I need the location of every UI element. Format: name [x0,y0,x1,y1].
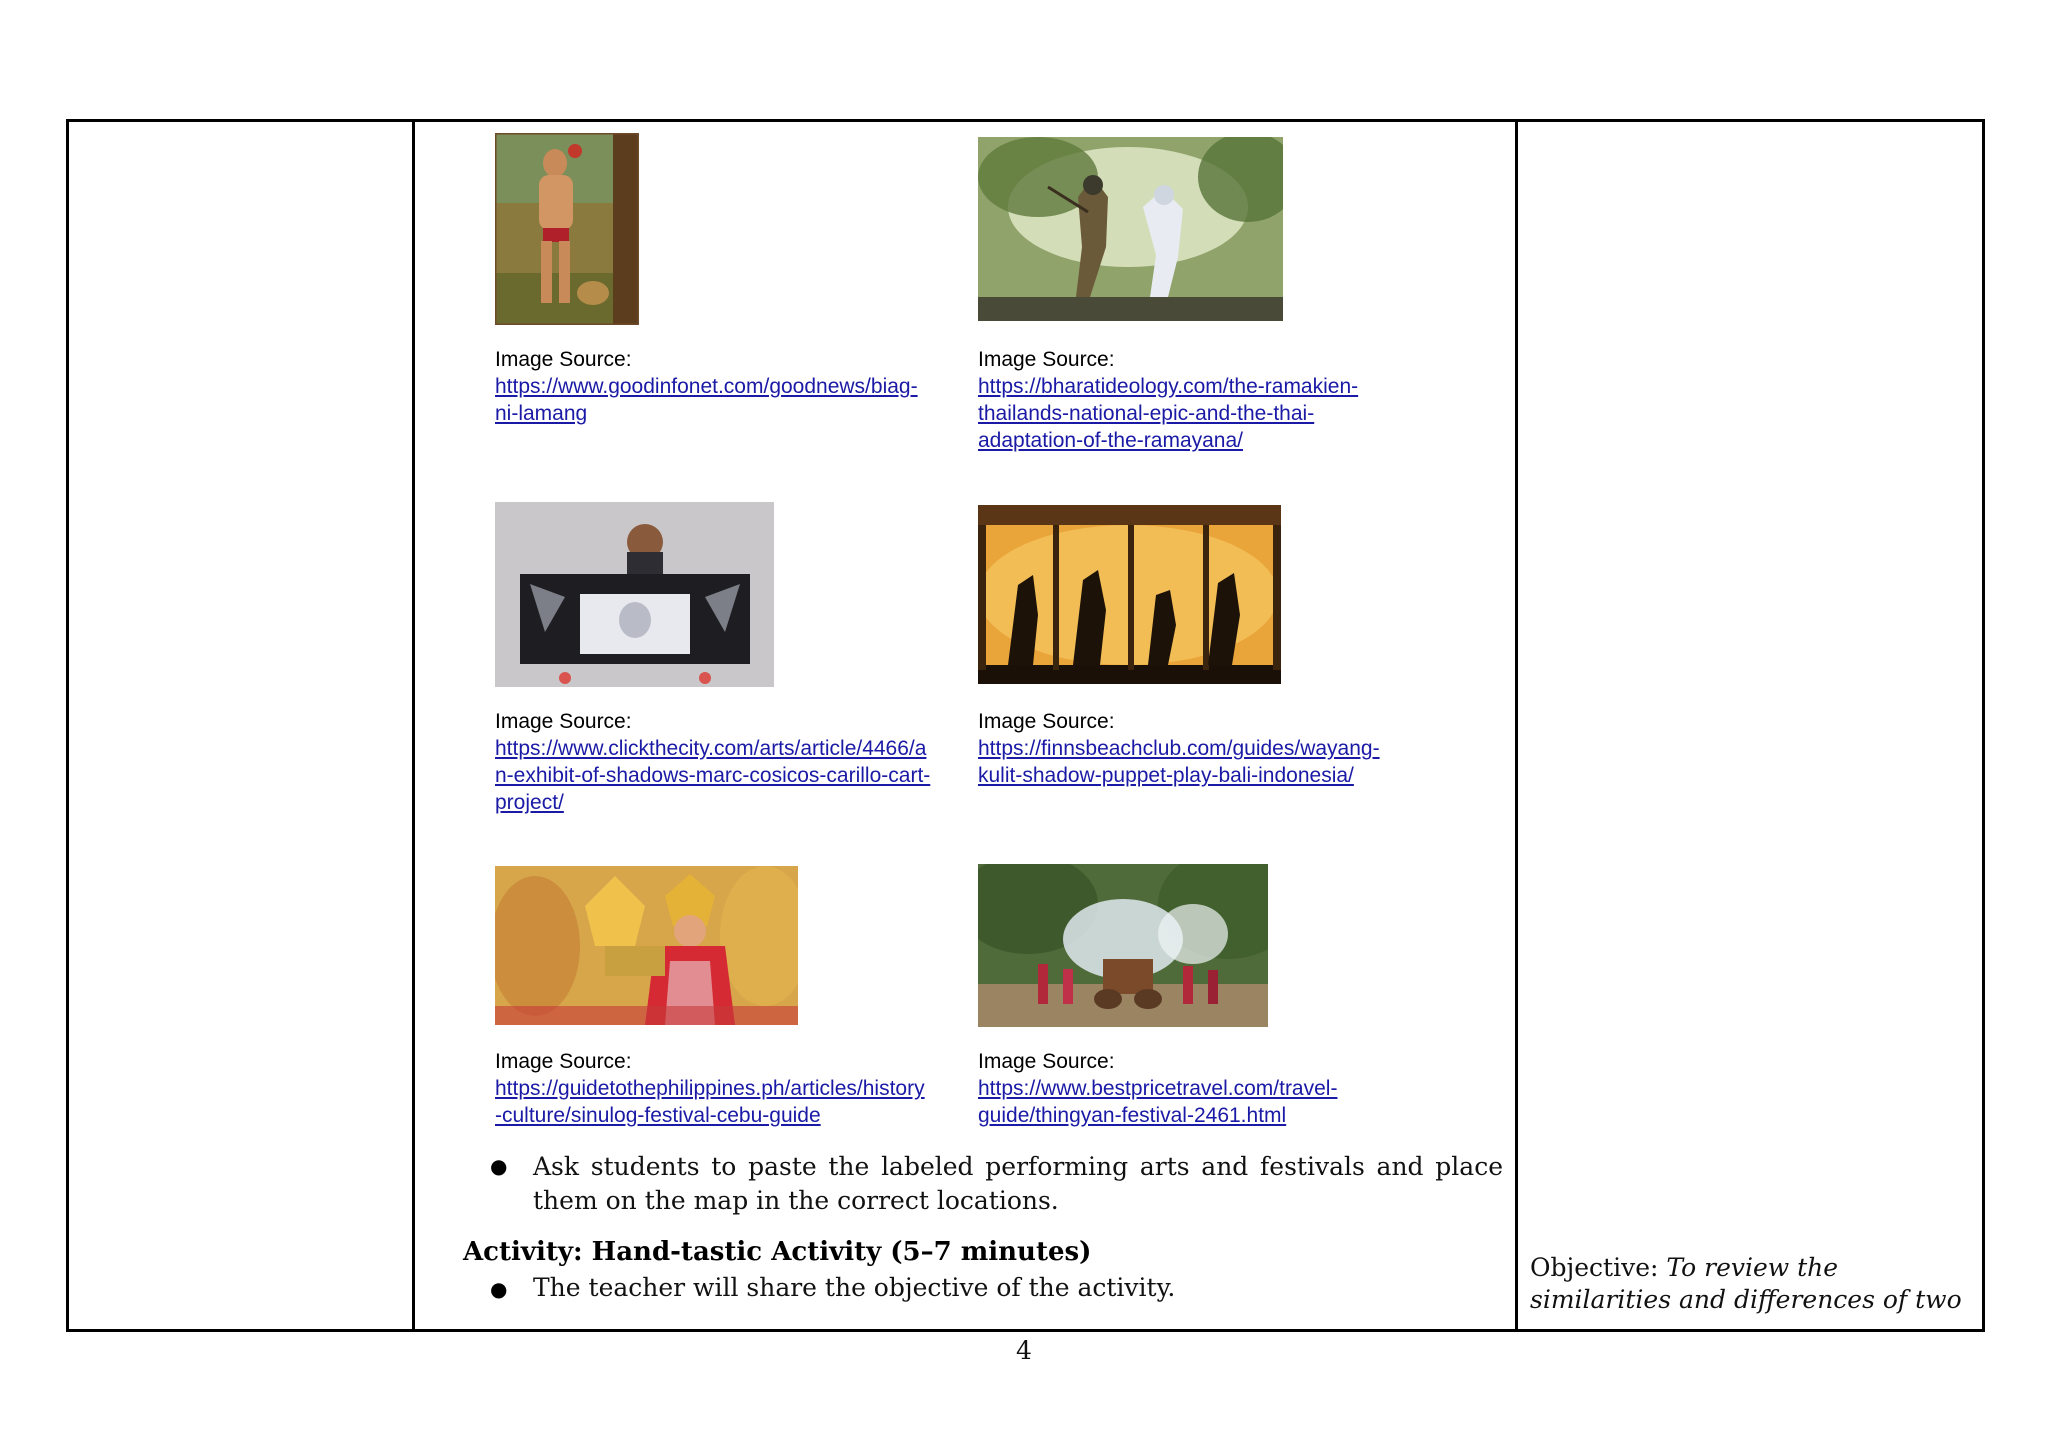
bullet-line: them on the map in the correct locations… [533,1186,1059,1215]
column-divider-2 [1515,119,1518,1332]
image-source-link[interactable]: https://www.bestpricetravel.com/travel- [978,1075,1337,1102]
sinulog-festival-image [495,866,798,1025]
image-caption: Image Source: https://www.clickthecity.c… [495,708,930,816]
biag-ni-lamang-image [495,133,639,325]
objective-label: Objective: [1530,1253,1659,1282]
bullet-share-objective: The teacher will share the objective of … [533,1273,1176,1302]
image-source-link[interactable]: ni-lamang [495,400,918,427]
image-source-link[interactable]: -culture/sinulog-festival-cebu-guide [495,1102,925,1129]
image-caption: Image Source: https://finnsbeachclub.com… [978,708,1380,789]
image-source-link[interactable]: https://guidetothephilippines.ph/article… [495,1075,925,1102]
objective-text: Objective: To review the similarities an… [1530,1252,1980,1316]
image-source-link[interactable]: adaptation-of-the-ramayana/ [978,427,1358,454]
column-divider-1 [412,119,415,1332]
image-source-link[interactable]: guide/thingyan-festival-2461.html [978,1102,1337,1129]
image-source-link[interactable]: https://finnsbeachclub.com/guides/wayang… [978,735,1380,762]
image-source-label: Image Source: [495,348,632,371]
image-source-link[interactable]: https://www.goodinfonet.com/goodnews/bia… [495,373,918,400]
ramakien-image [978,137,1283,321]
objective-line: To review the [1666,1253,1839,1282]
image-source-link[interactable]: https://bharatideology.com/the-ramakien- [978,373,1358,400]
image-source-link[interactable]: https://www.clickthecity.com/arts/articl… [495,735,930,762]
bullet-icon: ● [490,1277,508,1301]
image-caption: Image Source: https://www.goodinfonet.co… [495,346,918,427]
page-number: 4 [1016,1336,1032,1365]
image-source-label: Image Source: [495,1050,632,1073]
image-source-link[interactable]: project/ [495,789,930,816]
bullet-paste-instructions: Ask students to paste the labeled perfor… [533,1150,1503,1218]
image-caption: Image Source: https://bharatideology.com… [978,346,1358,454]
image-source-link[interactable]: thailands-national-epic-and-the-thai- [978,400,1358,427]
image-source-label: Image Source: [978,710,1115,733]
image-caption: Image Source: https://guidetothephilippi… [495,1048,925,1129]
objective-line: similarities and differences of two [1530,1285,1962,1314]
bullet-icon: ● [490,1154,508,1178]
shadow-puppet-exhibit-image [495,502,774,687]
image-caption: Image Source: https://www.bestpricetrave… [978,1048,1337,1129]
image-source-link[interactable]: n-exhibit-of-shadows-marc-cosicos-carill… [495,762,930,789]
bullet-line: Ask students to paste the labeled perfor… [533,1152,1503,1181]
image-source-link[interactable]: kulit-shadow-puppet-play-bali-indonesia/ [978,762,1380,789]
wayang-kulit-image [978,505,1281,684]
activity-heading: Activity: Hand-tastic Activity (5–7 minu… [463,1237,1092,1267]
image-source-label: Image Source: [978,348,1115,371]
image-source-label: Image Source: [978,1050,1115,1073]
image-source-label: Image Source: [495,710,632,733]
thingyan-festival-image [978,864,1268,1027]
